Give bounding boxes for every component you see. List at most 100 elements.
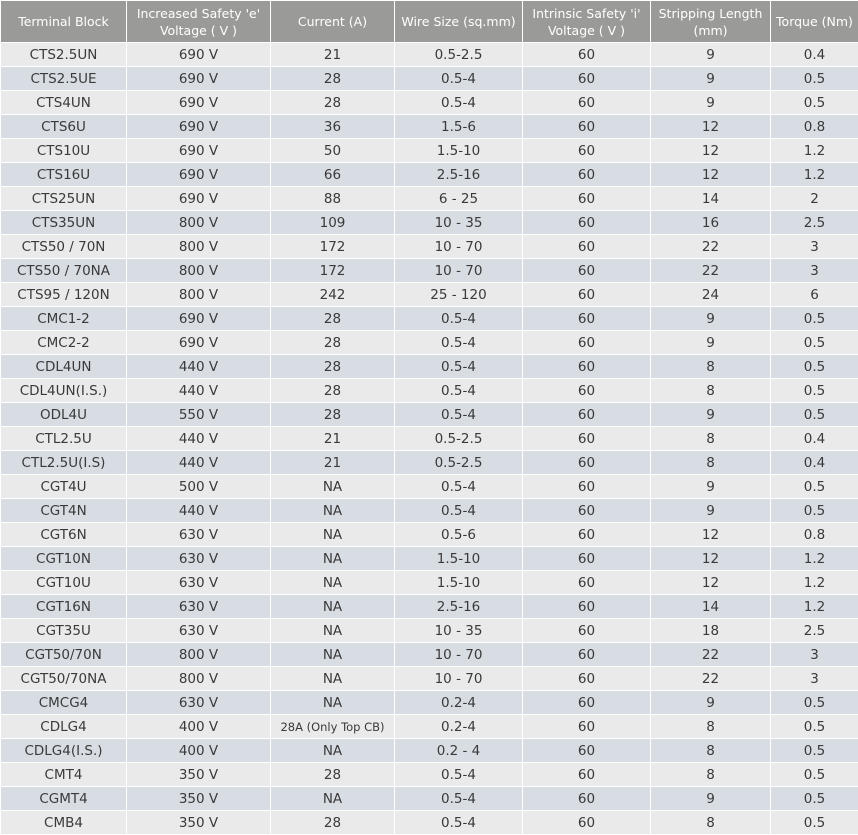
header-terminal-block: Terminal Block (1, 1, 127, 43)
voltage-e-cell: 440 V (127, 427, 271, 451)
voltage-e-cell: 630 V (127, 619, 271, 643)
header-stripping-length: Stripping Length (mm) (651, 1, 771, 43)
stripping-length-cell: 14 (651, 187, 771, 211)
current-cell: NA (271, 571, 395, 595)
current-cell: 28 (271, 379, 395, 403)
voltage-i-cell: 60 (523, 595, 651, 619)
table-row: CGT10U630 VNA1.5-1060121.2 (1, 571, 858, 595)
torque-cell: 3 (771, 259, 858, 283)
stripping-length-cell: 24 (651, 283, 771, 307)
header-wire-size: Wire Size (sq.mm) (395, 1, 523, 43)
stripping-length-cell: 12 (651, 115, 771, 139)
voltage-i-cell: 60 (523, 547, 651, 571)
voltage-e-cell: 440 V (127, 451, 271, 475)
wire-size-cell: 6 - 25 (395, 187, 523, 211)
voltage-i-cell: 60 (523, 763, 651, 787)
voltage-e-cell: 400 V (127, 715, 271, 739)
terminal-block-cell: ODL4U (1, 403, 127, 427)
table-row: CMCG4630 VNA0.2-46090.5 (1, 691, 858, 715)
voltage-i-cell: 60 (523, 499, 651, 523)
wire-size-cell: 0.5-4 (395, 355, 523, 379)
wire-size-cell: 10 - 70 (395, 259, 523, 283)
torque-cell: 0.5 (771, 307, 858, 331)
wire-size-cell: 0.5-4 (395, 811, 523, 835)
stripping-length-cell: 12 (651, 571, 771, 595)
torque-cell: 0.5 (771, 739, 858, 763)
stripping-length-cell: 9 (651, 307, 771, 331)
wire-size-cell: 0.2-4 (395, 715, 523, 739)
header-current: Current (A) (271, 1, 395, 43)
stripping-length-cell: 8 (651, 739, 771, 763)
wire-size-cell: 0.5-4 (395, 91, 523, 115)
stripping-length-cell: 9 (651, 91, 771, 115)
torque-cell: 0.5 (771, 691, 858, 715)
current-cell: 21 (271, 43, 395, 67)
wire-size-cell: 10 - 70 (395, 235, 523, 259)
table-row: CTS95 / 120N800 V24225 - 12060246 (1, 283, 858, 307)
voltage-i-cell: 60 (523, 643, 651, 667)
terminal-block-cell: CTS10U (1, 139, 127, 163)
table-row: CGT50/70NA800 VNA10 - 7060223 (1, 667, 858, 691)
stripping-length-cell: 8 (651, 451, 771, 475)
table-row: CTS25UN690 V886 - 2560142 (1, 187, 858, 211)
stripping-length-cell: 18 (651, 619, 771, 643)
wire-size-cell: 0.5-4 (395, 403, 523, 427)
wire-size-cell: 0.2 - 4 (395, 739, 523, 763)
voltage-e-cell: 630 V (127, 571, 271, 595)
terminal-block-cell: CTS95 / 120N (1, 283, 127, 307)
voltage-e-cell: 630 V (127, 547, 271, 571)
table-row: CTS10U690 V501.5-1060121.2 (1, 139, 858, 163)
table-row: CGT4U500 VNA0.5-46090.5 (1, 475, 858, 499)
current-cell: NA (271, 475, 395, 499)
voltage-e-cell: 440 V (127, 355, 271, 379)
wire-size-cell: 0.5-6 (395, 523, 523, 547)
terminal-block-cell: CMCG4 (1, 691, 127, 715)
current-cell: NA (271, 547, 395, 571)
current-cell: NA (271, 739, 395, 763)
terminal-block-cell: CGT10N (1, 547, 127, 571)
terminal-block-cell: CTS35UN (1, 211, 127, 235)
current-cell: 28 (271, 811, 395, 835)
stripping-length-cell: 22 (651, 667, 771, 691)
table-row: CTS50 / 70NA800 V17210 - 7060223 (1, 259, 858, 283)
header-increased-safety-voltage: Increased Safety 'e' Voltage ( V ) (127, 1, 271, 43)
torque-cell: 1.2 (771, 139, 858, 163)
voltage-i-cell: 60 (523, 403, 651, 427)
table-row: CMT4350 V280.5-46080.5 (1, 763, 858, 787)
torque-cell: 0.5 (771, 379, 858, 403)
table-row: CTS4UN690 V280.5-46090.5 (1, 91, 858, 115)
terminal-block-cell: CTS2.5UN (1, 43, 127, 67)
torque-cell: 0.5 (771, 67, 858, 91)
table-row: CGT6N630 VNA0.5-660120.8 (1, 523, 858, 547)
torque-cell: 1.2 (771, 571, 858, 595)
torque-cell: 0.8 (771, 115, 858, 139)
wire-size-cell: 0.5-4 (395, 307, 523, 331)
voltage-e-cell: 690 V (127, 331, 271, 355)
voltage-e-cell: 800 V (127, 283, 271, 307)
stripping-length-cell: 9 (651, 43, 771, 67)
table-row: CTL2.5U(I.S)440 V210.5-2.56080.4 (1, 451, 858, 475)
voltage-i-cell: 60 (523, 91, 651, 115)
torque-cell: 2.5 (771, 211, 858, 235)
torque-cell: 0.4 (771, 43, 858, 67)
torque-cell: 0.4 (771, 427, 858, 451)
stripping-length-cell: 9 (651, 499, 771, 523)
stripping-length-cell: 14 (651, 595, 771, 619)
torque-cell: 0.5 (771, 91, 858, 115)
current-cell: NA (271, 619, 395, 643)
terminal-block-cell: CGT50/70NA (1, 667, 127, 691)
current-cell: 66 (271, 163, 395, 187)
voltage-i-cell: 60 (523, 187, 651, 211)
voltage-e-cell: 690 V (127, 43, 271, 67)
torque-cell: 0.5 (771, 763, 858, 787)
voltage-e-cell: 350 V (127, 763, 271, 787)
voltage-e-cell: 690 V (127, 163, 271, 187)
table-row: CDL4UN440 V280.5-46080.5 (1, 355, 858, 379)
voltage-e-cell: 350 V (127, 811, 271, 835)
terminal-block-cell: CGT16N (1, 595, 127, 619)
voltage-i-cell: 60 (523, 451, 651, 475)
torque-cell: 2 (771, 187, 858, 211)
voltage-e-cell: 500 V (127, 475, 271, 499)
current-cell: 28 (271, 307, 395, 331)
terminal-block-cell: CTL2.5U (1, 427, 127, 451)
